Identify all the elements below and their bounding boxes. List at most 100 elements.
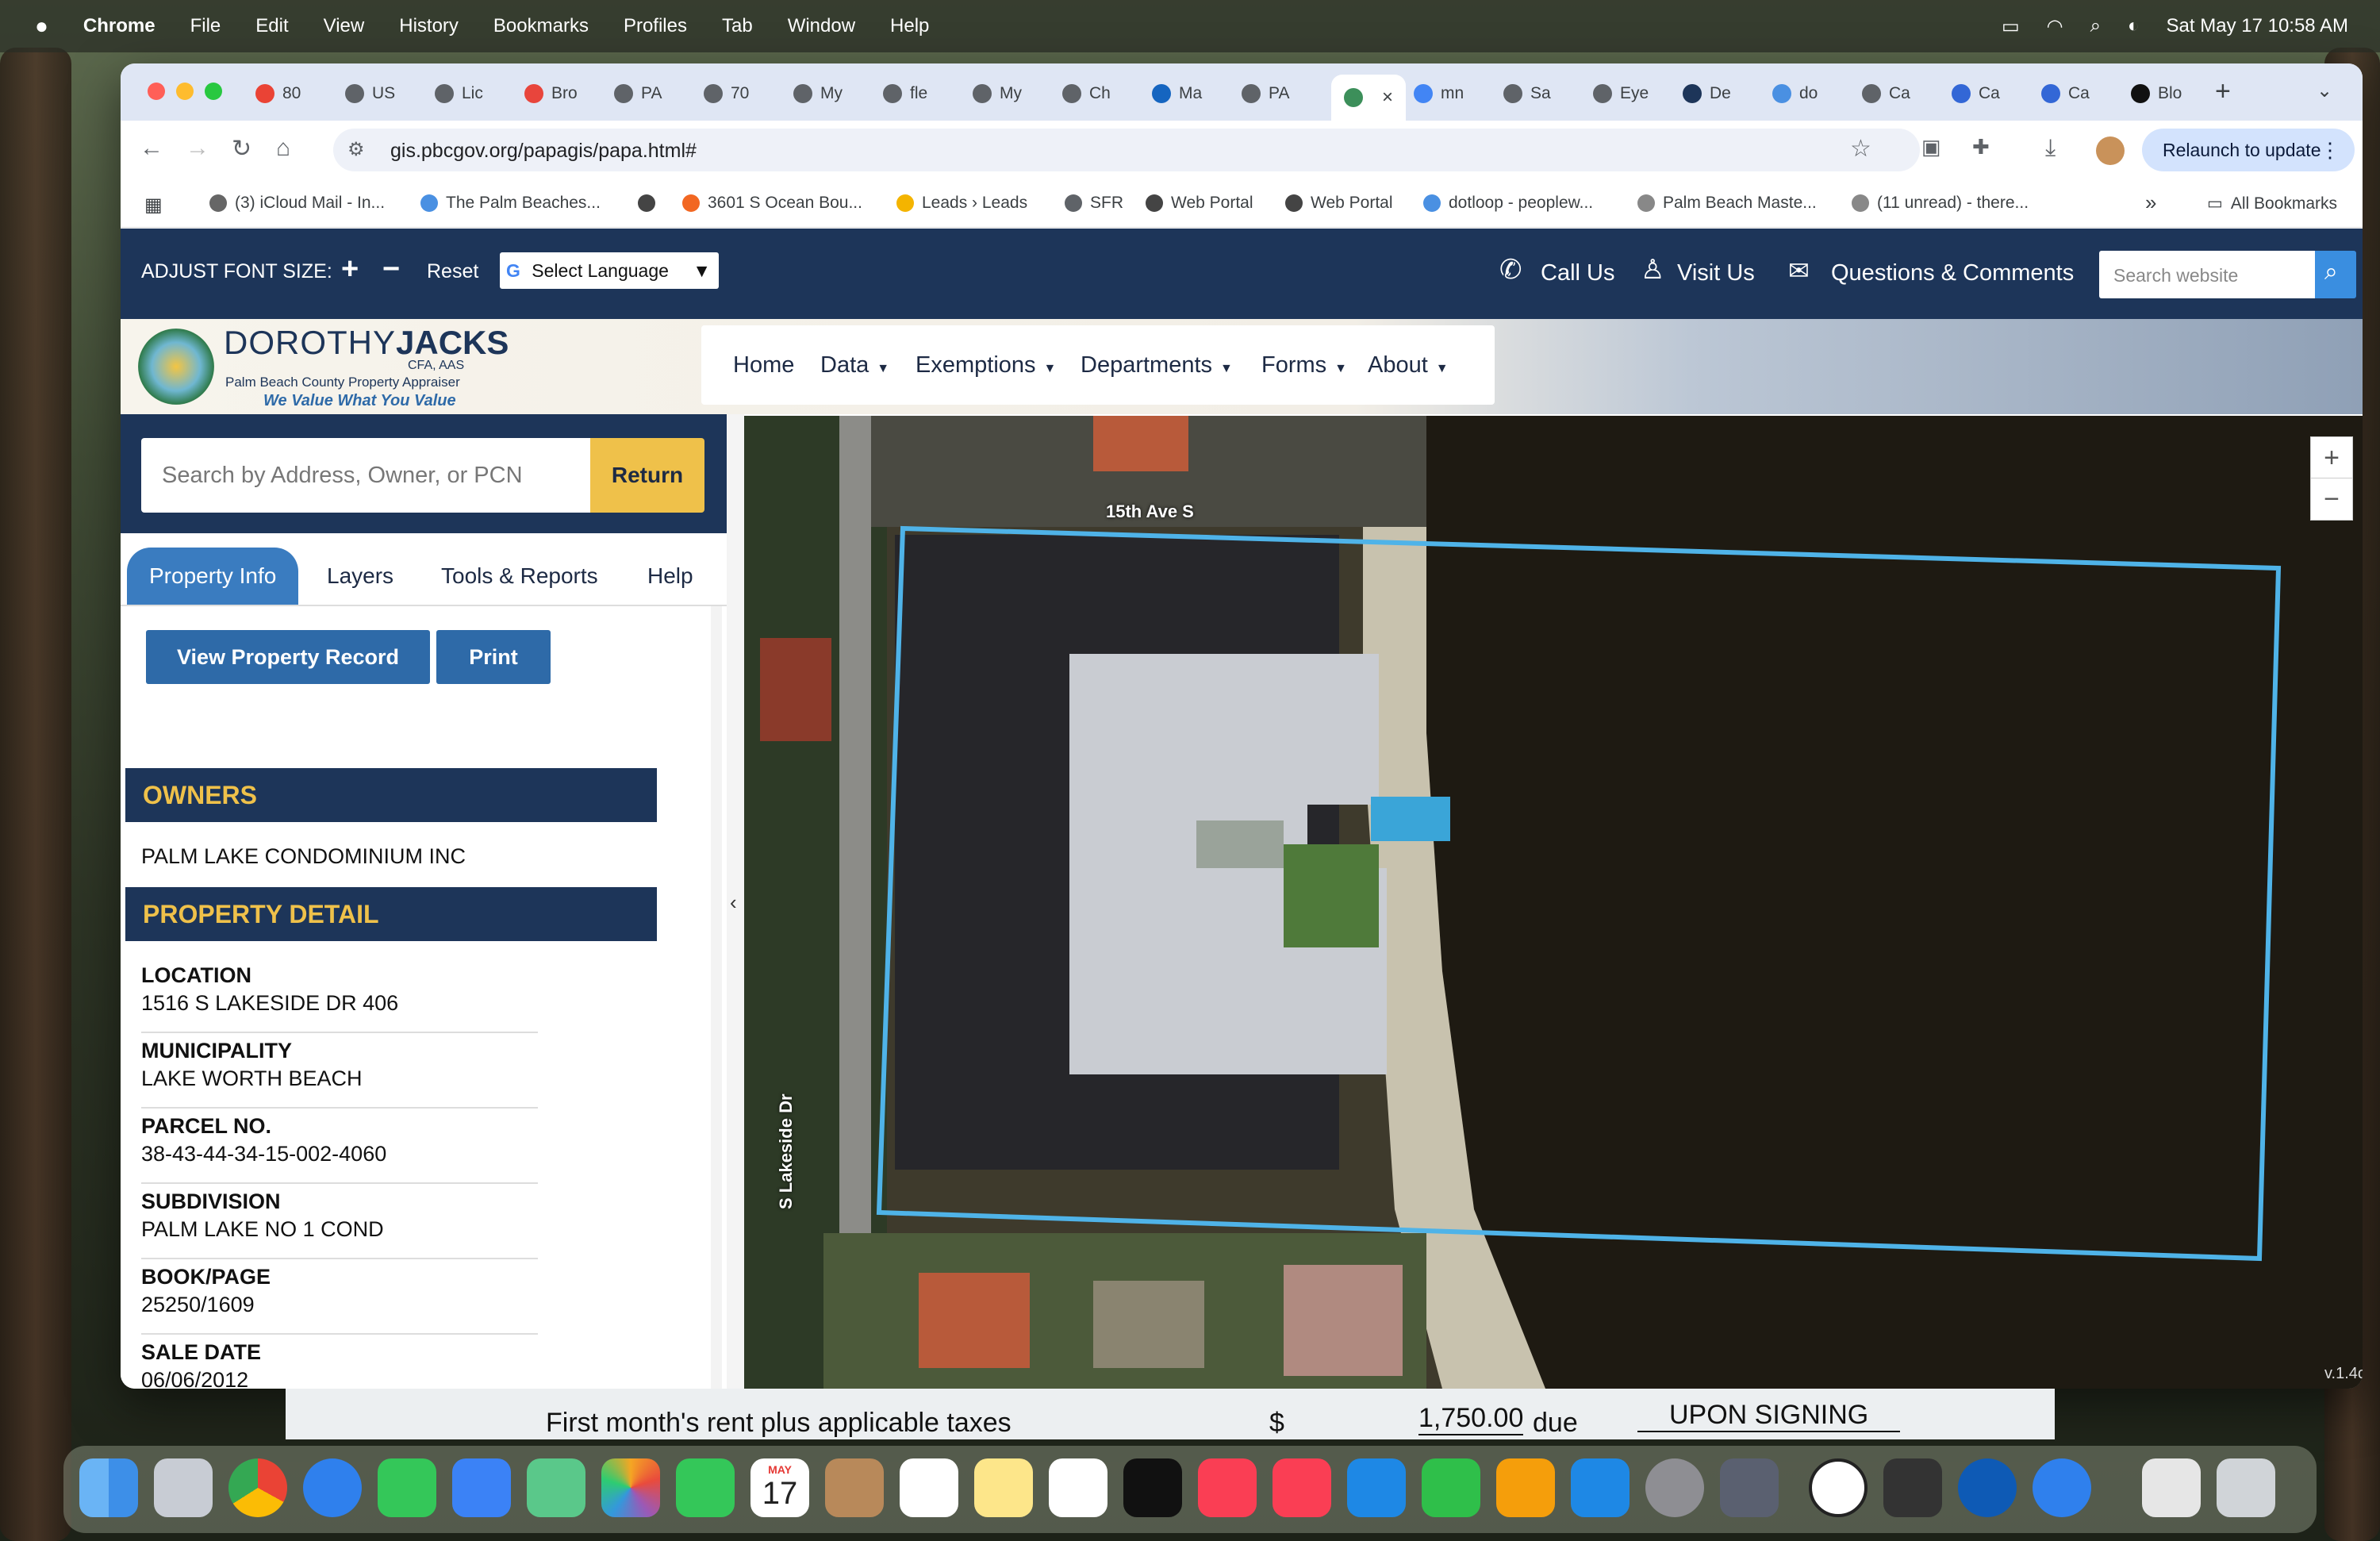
bookmark-item[interactable]: 3601 S Ocean Bou...: [682, 194, 862, 213]
menu-profiles[interactable]: Profiles: [624, 15, 687, 37]
font-reset-link[interactable]: Reset: [427, 260, 478, 283]
profile-avatar[interactable]: [2096, 136, 2125, 165]
tab-19[interactable]: Ca: [1952, 75, 2000, 113]
numbers-icon[interactable]: [1422, 1458, 1480, 1517]
tab-13[interactable]: mn: [1414, 75, 1464, 113]
tab-3[interactable]: Bro: [524, 75, 578, 113]
tab-property-info[interactable]: Property Info: [127, 548, 299, 605]
facetime-icon[interactable]: [676, 1458, 735, 1517]
menu-file[interactable]: File: [190, 15, 221, 37]
contacts-icon[interactable]: [825, 1458, 884, 1517]
return-button[interactable]: Return: [590, 438, 704, 513]
reminders-icon[interactable]: [900, 1458, 958, 1517]
app-menu[interactable]: Chrome: [83, 15, 155, 37]
menu-history[interactable]: History: [399, 15, 459, 37]
sidebar-scrollbar[interactable]: [711, 606, 722, 1389]
launchpad-icon[interactable]: [154, 1458, 213, 1517]
questions-link[interactable]: Questions & Comments: [1831, 260, 2074, 286]
tab-0[interactable]: 80: [255, 75, 301, 113]
url-text[interactable]: gis.pbcgov.org/papagis/papa.html#: [390, 140, 697, 163]
extensions-puzzle-icon[interactable]: ✚: [1972, 135, 1990, 159]
bookmark-item[interactable]: (3) iCloud Mail - In...: [209, 194, 385, 213]
tab-6[interactable]: My: [793, 75, 843, 113]
system-settings-icon[interactable]: [1645, 1458, 1704, 1517]
all-bookmarks[interactable]: ▭ All Bookmarks: [2207, 194, 2337, 213]
tab-5[interactable]: 70: [704, 75, 749, 113]
menu-help[interactable]: Help: [890, 15, 929, 37]
reload-icon[interactable]: ↻: [232, 135, 251, 163]
news-icon[interactable]: [1273, 1458, 1331, 1517]
freeform-icon[interactable]: [1049, 1458, 1107, 1517]
photos-icon[interactable]: [601, 1458, 660, 1517]
new-tab-icon[interactable]: +: [2215, 76, 2231, 107]
extension-icon[interactable]: ▣: [1921, 135, 1941, 159]
clock-icon[interactable]: [1809, 1458, 1868, 1517]
menu-view[interactable]: View: [324, 15, 365, 37]
chrome-icon[interactable]: [228, 1458, 287, 1517]
wifi-icon[interactable]: ◠: [2047, 15, 2063, 38]
bookmark-item[interactable]: [638, 194, 663, 213]
tab-21[interactable]: Blo: [2131, 75, 2182, 113]
spotlight-icon[interactable]: ⌕: [2090, 15, 2101, 37]
teamviewer-icon[interactable]: [1958, 1458, 2017, 1517]
document-stack-icon[interactable]: [2142, 1458, 2201, 1517]
zoom-in-button[interactable]: +: [2310, 436, 2353, 479]
tab-12[interactable]: ×: [1331, 75, 1407, 121]
site-search-button[interactable]: ⌕: [2315, 251, 2356, 298]
safari-downloads-icon[interactable]: [2033, 1458, 2091, 1517]
tab-20[interactable]: Ca: [2041, 75, 2090, 113]
tab-1[interactable]: US: [345, 75, 395, 113]
site-search-input[interactable]: Search website: [2099, 251, 2315, 298]
bookmark-item[interactable]: The Palm Beaches...: [420, 194, 601, 213]
bookmark-item[interactable]: (11 unread) - there...: [1852, 194, 2029, 213]
font-increase-icon[interactable]: +: [341, 252, 359, 286]
tab-help[interactable]: Help: [647, 548, 693, 605]
menu-tab[interactable]: Tab: [722, 15, 753, 37]
mail-icon[interactable]: ✉: [1788, 256, 1810, 286]
zoom-window-button[interactable]: [205, 83, 222, 100]
tab-9[interactable]: Ch: [1062, 75, 1111, 113]
nav-data[interactable]: Data ▼: [820, 352, 889, 379]
activity-monitor-icon[interactable]: [1883, 1458, 1942, 1517]
apps-grid-icon[interactable]: ▦: [144, 194, 163, 217]
font-decrease-icon[interactable]: −: [382, 252, 400, 286]
tab-15[interactable]: Eye: [1593, 75, 1649, 113]
tab-tools-reports[interactable]: Tools & Reports: [441, 548, 598, 605]
phone-icon[interactable]: ✆: [1499, 254, 1522, 286]
property-search-input[interactable]: Search by Address, Owner, or PCN: [141, 438, 590, 513]
tab-search-icon[interactable]: ⌄: [2317, 79, 2332, 102]
music-icon[interactable]: [1198, 1458, 1257, 1517]
close-tab-icon[interactable]: ×: [1382, 86, 1393, 109]
appraiser-seal-logo[interactable]: [138, 329, 214, 405]
control-center-icon[interactable]: ◐: [2128, 15, 2140, 37]
tab-18[interactable]: Ca: [1862, 75, 1910, 113]
pages-icon[interactable]: [1496, 1458, 1555, 1517]
tab-11[interactable]: PA: [1242, 75, 1289, 113]
bookmark-item[interactable]: Web Portal: [1146, 194, 1253, 213]
maps-icon[interactable]: [527, 1458, 585, 1517]
bookmark-item[interactable]: SFR: [1065, 194, 1123, 213]
nav-about[interactable]: About ▼: [1368, 352, 1449, 379]
tab-16[interactable]: De: [1683, 75, 1731, 113]
iphone-mirroring-icon[interactable]: [1720, 1458, 1779, 1517]
tab-10[interactable]: Ma: [1152, 75, 1202, 113]
visit-us-link[interactable]: Visit Us: [1677, 260, 1755, 286]
walking-icon[interactable]: ♙: [1641, 254, 1664, 286]
apple-icon[interactable]: ●: [35, 13, 48, 39]
tab-2[interactable]: Lic: [435, 75, 483, 113]
clock[interactable]: Sat May 17 10:58 AM: [2167, 15, 2348, 37]
mail-app-icon[interactable]: [452, 1458, 511, 1517]
download-icon[interactable]: ⤓: [2045, 135, 2056, 162]
relaunch-button[interactable]: Relaunch to update ⋮: [2142, 129, 2355, 171]
trash-icon[interactable]: [2217, 1458, 2275, 1517]
battery-icon[interactable]: ▭: [2002, 15, 2020, 38]
tab-layers[interactable]: Layers: [327, 548, 393, 605]
minimize-window-button[interactable]: [176, 83, 194, 100]
safari-icon[interactable]: [303, 1458, 362, 1517]
app-store-icon[interactable]: [1571, 1458, 1630, 1517]
bookmark-item[interactable]: dotloop - peoplew...: [1423, 194, 1593, 213]
keynote-icon[interactable]: [1347, 1458, 1406, 1517]
more-bookmarks-icon[interactable]: »: [2145, 190, 2156, 215]
menu-window[interactable]: Window: [788, 15, 855, 37]
close-window-button[interactable]: [148, 83, 165, 100]
